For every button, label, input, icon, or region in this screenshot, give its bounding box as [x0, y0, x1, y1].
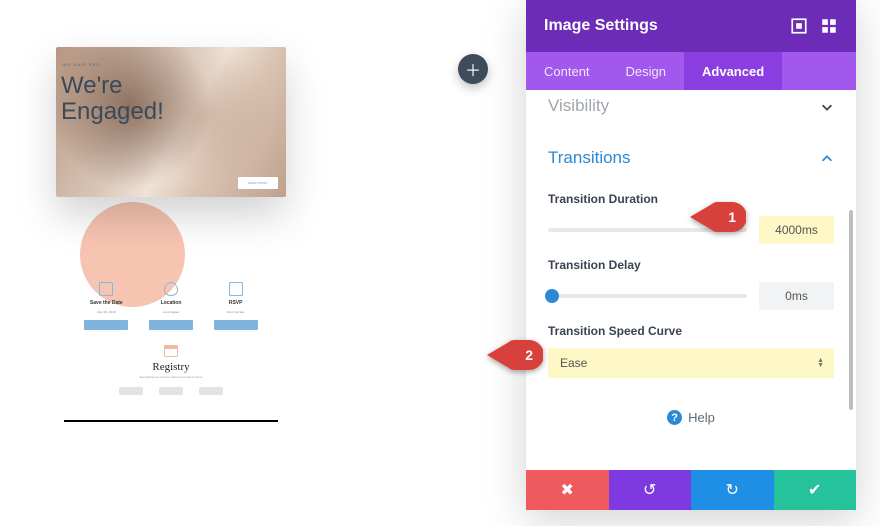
transition-duration-slider[interactable] — [548, 228, 747, 232]
scrollbar[interactable] — [849, 210, 853, 410]
info-sub: Don't be late — [227, 310, 244, 314]
speed-curve-select[interactable]: Ease ▲▼ — [548, 348, 834, 378]
page-preview: WE SAID YES We're Engaged! READ STORY Sa… — [56, 47, 286, 387]
registry-sub: Everything we need to make our house a h… — [56, 375, 286, 379]
tab-label: Advanced — [702, 64, 764, 79]
brand-logo — [199, 387, 223, 395]
panel-header: Image Settings — [526, 0, 856, 52]
panel-footer: ✖ ↺ ↻ ✔ — [526, 470, 856, 510]
slider-thumb[interactable] — [545, 289, 559, 303]
hero-cta-label: READ STORY — [248, 181, 267, 185]
undo-button[interactable]: ↺ — [609, 470, 692, 510]
info-button[interactable] — [214, 320, 258, 330]
brand-logo — [159, 387, 183, 395]
hero-subhead: WE SAID YES — [63, 62, 100, 67]
redo-button[interactable]: ↻ — [691, 470, 774, 510]
hero-title: We're Engaged! — [61, 73, 164, 125]
help-button[interactable]: ? Help — [548, 410, 834, 425]
registry-logos — [56, 387, 286, 395]
info-col-location: Location Los Angeles — [141, 282, 201, 330]
transition-duration-row: 4000ms — [548, 216, 834, 244]
brand-logo — [119, 387, 143, 395]
transition-duration-label: Transition Duration — [548, 192, 834, 206]
settings-panel: Image Settings Content Design Advanced V… — [526, 0, 856, 510]
check-icon: ✔ — [808, 480, 821, 500]
info-col-date: Save the Date July 4th, 2019 — [76, 282, 136, 330]
help-icon: ? — [667, 410, 682, 425]
speed-curve-label: Transition Speed Curve — [548, 324, 834, 338]
gift-icon — [164, 345, 178, 357]
select-value: Ease — [560, 356, 587, 370]
info-col-rsvp: RSVP Don't be late — [206, 282, 266, 330]
section-title: Visibility — [548, 96, 609, 116]
info-label: Location — [161, 300, 182, 306]
section-title: Transitions — [548, 148, 631, 168]
registry-title: Registry — [56, 361, 286, 373]
add-module-button[interactable]: ＋ — [458, 54, 488, 84]
location-icon — [164, 282, 178, 296]
transition-delay-value[interactable]: 0ms — [759, 282, 834, 310]
grid-icon[interactable] — [820, 17, 838, 35]
select-stepper-icon: ▲▼ — [817, 358, 824, 368]
calendar-icon — [99, 282, 113, 296]
chevron-up-icon — [820, 151, 834, 165]
info-row: Save the Date July 4th, 2019 Location Lo… — [56, 282, 286, 330]
mail-icon — [229, 282, 243, 296]
redo-icon: ↻ — [726, 480, 739, 500]
cancel-button[interactable]: ✖ — [526, 470, 609, 510]
info-button[interactable] — [149, 320, 193, 330]
tab-advanced[interactable]: Advanced — [684, 52, 782, 90]
value-text: 4000ms — [775, 223, 818, 237]
panel-title: Image Settings — [544, 17, 778, 35]
transition-delay-row: 0ms — [548, 282, 834, 310]
undo-icon: ↺ — [643, 480, 656, 500]
preview-divider — [64, 420, 278, 422]
info-button[interactable] — [84, 320, 128, 330]
info-label: Save the Date — [90, 300, 123, 306]
confirm-button[interactable]: ✔ — [774, 470, 857, 510]
section-transitions[interactable]: Transitions — [548, 130, 834, 178]
hero-card: WE SAID YES We're Engaged! READ STORY — [56, 47, 286, 197]
hero-title-line-2: Engaged! — [61, 98, 164, 125]
transition-delay-slider[interactable] — [548, 294, 747, 298]
registry-block: Registry Everything we need to make our … — [56, 345, 286, 395]
tab-label: Design — [626, 64, 666, 79]
value-text: 0ms — [785, 289, 808, 303]
hero-title-line-1: We're — [61, 72, 123, 99]
hero-cta-button[interactable]: READ STORY — [238, 177, 278, 189]
info-label: RSVP — [229, 300, 243, 306]
tab-content[interactable]: Content — [526, 52, 608, 90]
info-sub: Los Angeles — [163, 310, 179, 314]
panel-body: Visibility Transitions Transition Durati… — [526, 90, 856, 470]
info-sub: July 4th, 2019 — [97, 310, 116, 314]
transition-delay-label: Transition Delay — [548, 258, 834, 272]
panel-tabs: Content Design Advanced — [526, 52, 856, 90]
chevron-down-icon — [820, 99, 834, 113]
transition-duration-value[interactable]: 4000ms — [759, 216, 834, 244]
expand-icon[interactable] — [790, 17, 808, 35]
tab-label: Content — [544, 64, 590, 79]
section-visibility[interactable]: Visibility — [548, 90, 834, 130]
help-label: Help — [688, 410, 715, 425]
plus-icon: ＋ — [465, 57, 481, 81]
close-icon: ✖ — [561, 480, 574, 500]
tab-design[interactable]: Design — [608, 52, 684, 90]
